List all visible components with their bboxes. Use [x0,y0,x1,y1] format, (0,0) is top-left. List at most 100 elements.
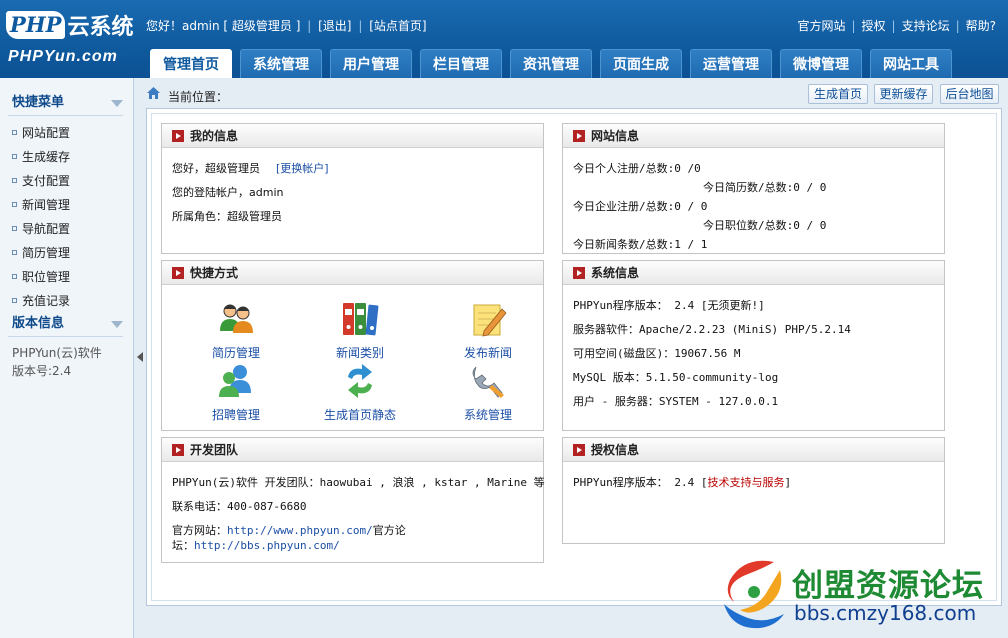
license-panel: 授权信息 PHPYun程序版本： 2.4 [技术支持与服务] [562,437,945,544]
forum-label-cont: 坛： [172,539,194,552]
generate-home-button[interactable]: 生成首页 [808,84,868,104]
sidebar-item-nav[interactable]: 导航配置 [12,219,70,239]
sidebar-item-jobs[interactable]: 职位管理 [12,267,70,287]
sidebar-item-payment[interactable]: 支付配置 [12,171,70,191]
swirl-logo-icon [724,560,784,629]
shortcuts-panel: 快捷方式 简历管理 新闻类别 发布新闻 招聘管理 生成首页静态 系统管理 [161,260,544,431]
tab-tools[interactable]: 网站工具 [870,49,952,78]
system-info-panel: 系统信息 PHPYun程序版本： 2.4 [无须更新!] 服务器软件：Apach… [562,260,945,431]
license-version: PHPYun程序版本： 2.4 [ [573,476,708,489]
notepad-pencil-icon [473,304,507,337]
home-icon [147,87,160,99]
square-bullet-icon [12,226,17,231]
square-bullet-icon [12,178,17,183]
admin-map-button[interactable]: 后台地图 [940,84,999,104]
tab-home[interactable]: 管理首页 [150,49,232,78]
official-site-label: 官方网站： [172,524,227,537]
square-bullet-icon [12,298,17,303]
site-info-company-reg: 今日企业注册/总数:0 / 0 [573,200,708,213]
sidebar-item-cache[interactable]: 生成缓存 [12,147,70,167]
watermark-name: 创盟资源论坛 [792,568,984,604]
shortcut-recruit[interactable]: 招聘管理 [191,361,281,423]
dev-team-panel: 开发团队 PHPYun(云)软件 开发团队：haowubai , 浪浪 , ks… [161,437,545,563]
sidebar-item-site-config[interactable]: 网站配置 [12,123,70,143]
arrow-marker-icon [573,130,585,142]
welcome-bar: 您好！admin [ 超级管理员 ] | [退出] | [站点首页] [146,19,427,33]
quick-menu-header[interactable]: 快捷菜单 [8,92,123,116]
tab-weibo[interactable]: 微博管理 [780,49,862,78]
logo-domain: PHPYun.com [8,48,118,65]
tab-users[interactable]: 用户管理 [330,49,412,78]
shortcut-generate-static[interactable]: 生成首页静态 [315,361,405,423]
quick-menu-title: 快捷菜单 [12,95,65,110]
arrow-marker-icon [172,444,184,456]
tab-operations[interactable]: 运营管理 [690,49,772,78]
my-info-account: 您的登陆帐户，admin [172,186,284,199]
square-bullet-icon [12,202,17,207]
switch-account-link[interactable]: [更换帐户] [276,162,329,175]
binders-icon [343,303,379,336]
license-link[interactable]: 授权 [862,19,886,33]
site-info-news: 今日新闻条数/总数:1 / 1 [573,238,708,251]
my-info-role: 所属角色：超级管理员 [172,210,282,223]
panel-title: 开发团队 [190,443,239,457]
panel-title: 快捷方式 [190,266,239,280]
main-content: 我的信息 您好，超级管理员 [更换帐户] 您的登陆帐户，admin 所属角色：超级… [146,108,1002,606]
arrow-marker-icon [172,130,184,142]
site-info-jobs: 今日职位数/总数:0 / 0 [703,219,827,232]
tab-page-gen[interactable]: 页面生成 [600,49,682,78]
logout-link[interactable]: [退出] [318,19,351,33]
sidebar: 快捷菜单 网站配置 生成缓存 支付配置 新闻管理 导航配置 简历管理 职位管理 … [0,78,134,638]
forum-url[interactable]: http://bbs.phpyun.com/ [194,539,340,552]
system-info-version: PHPYun程序版本： 2.4 [无须更新!] [573,299,765,312]
site-info-panel: 网站信息 今日个人注册/总数:0 /0 今日简历数/总数:0 / 0 今日企业注… [562,123,945,254]
official-site-url[interactable]: http://www.phpyun.com/ [227,524,373,537]
users-icon [219,365,251,397]
panel-title: 我的信息 [190,129,239,143]
system-info-mysql: MySQL 版本：5.1.50-community-log [573,371,779,384]
my-info-greeting: 您好，超级管理员 [172,162,260,175]
panel-title: 系统信息 [591,266,640,280]
dev-team-phone: 联系电话：400-087-6680 [172,500,307,513]
panel-title: 网站信息 [591,129,640,143]
people-icon [220,304,253,333]
square-bullet-icon [12,130,17,135]
refresh-arrows-icon [348,364,372,398]
system-info-disk: 可用空间(磁盘区)：19067.56 M [573,347,741,360]
update-cache-button[interactable]: 更新缓存 [874,84,933,104]
top-links: 官方网站 | 授权 | 支持论坛 | 帮助? [797,19,996,33]
square-bullet-icon [12,154,17,159]
forum-label: 官方论 [372,524,406,537]
watermark-logo: 创盟资源论坛 bbs.cmzy168.com [712,552,1008,638]
tech-support-link[interactable]: 技术支持与服务 [707,476,784,489]
welcome-greeting: 您好！admin [ 超级管理员 ] [146,19,301,33]
tab-system[interactable]: 系统管理 [240,49,322,78]
forum-link[interactable]: 支持论坛 [902,19,950,33]
breadcrumb-label: 当前位置： [168,90,229,104]
arrow-marker-icon [172,267,184,279]
sidebar-item-news[interactable]: 新闻管理 [12,195,70,215]
tab-columns[interactable]: 栏目管理 [420,49,502,78]
shortcut-publish-news[interactable]: 发布新闻 [443,299,533,361]
wrench-icon [472,366,504,398]
logo-php-text: PHP [6,11,66,39]
dashboard: 我的信息 您好，超级管理员 [更换帐户] 您的登陆帐户，admin 所属角色：超级… [151,113,997,601]
tab-news[interactable]: 资讯管理 [510,49,592,78]
system-info-user: 用户 - 服务器：SYSTEM - 127.0.0.1 [573,395,779,408]
arrow-marker-icon [573,267,585,279]
site-info-person-reg: 今日个人注册/总数:0 /0 [573,162,701,175]
shortcut-news-category[interactable]: 新闻类别 [315,299,405,361]
help-link[interactable]: 帮助? [966,19,996,33]
phpyun-logo[interactable]: PHP 云系统 PHPYun.com [6,8,134,70]
dev-team-members: PHPYun(云)软件 开发团队：haowubai , 浪浪 , kstar ,… [172,476,545,489]
shortcut-resume[interactable]: 简历管理 [191,299,281,361]
official-site-link[interactable]: 官方网站 [797,19,845,33]
logo-yun-text: 云系统 [67,15,134,40]
shortcut-system-manage[interactable]: 系统管理 [443,361,533,423]
sidebar-item-resume[interactable]: 简历管理 [12,243,70,263]
version-header[interactable]: 版本信息 [8,313,123,337]
sidebar-item-recharge[interactable]: 充值记录 [12,291,70,311]
version-title: 版本信息 [12,316,65,331]
site-home-link[interactable]: [站点首页] [369,19,426,33]
watermark-url: bbs.cmzy168.com [794,601,977,625]
